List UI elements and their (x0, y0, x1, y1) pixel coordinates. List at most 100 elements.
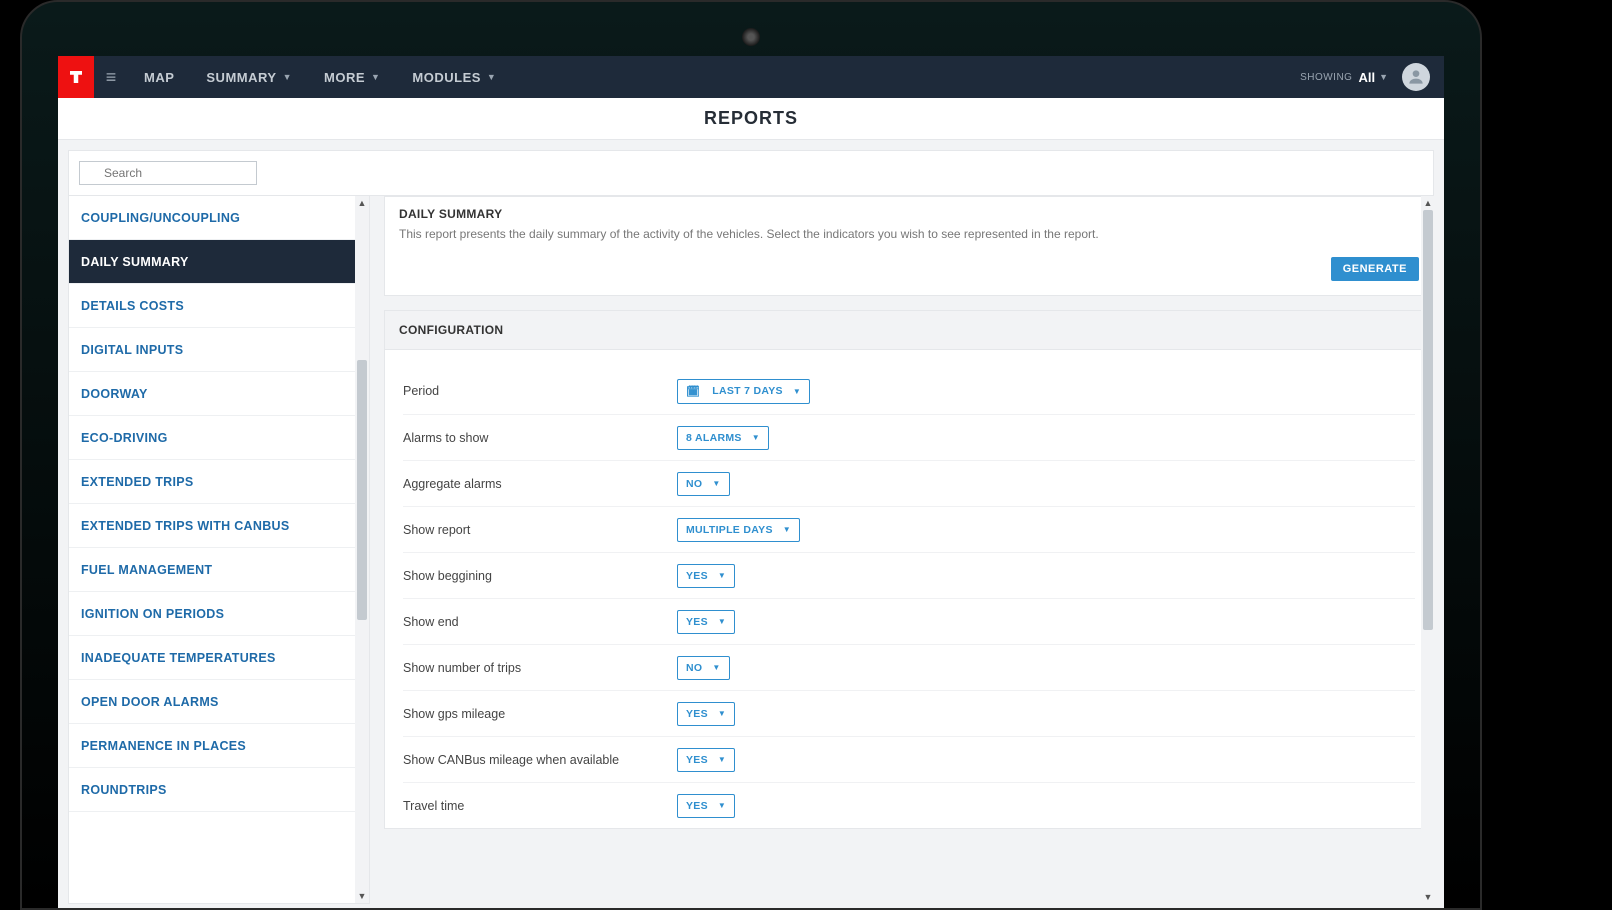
scroll-down-icon[interactable]: ▼ (1421, 890, 1434, 904)
report-list-item[interactable]: COUPLING/UNCOUPLING (69, 196, 355, 240)
app-logo[interactable] (58, 56, 94, 98)
config-label: Show number of trips (403, 661, 677, 675)
config-row: Alarms to show 8 ALARMS ▼ (403, 414, 1415, 460)
report-list-item[interactable]: DETAILS COSTS (69, 284, 355, 328)
report-description: This report presents the daily summary o… (385, 223, 1433, 257)
scroll-track[interactable] (355, 210, 369, 889)
config-dropdown[interactable]: MULTIPLE DAYS ▼ (677, 518, 800, 542)
nav-modules[interactable]: MODULES▼ (396, 70, 512, 85)
dropdown-value: NO (686, 662, 702, 674)
config-dropdown[interactable]: 8 ALARMS ▼ (677, 426, 769, 450)
config-row: Show number of trips NO ▼ (403, 644, 1415, 690)
config-row: Period 🗓 LAST 7 DAYS ▼ (403, 368, 1415, 414)
caret-down-icon: ▼ (487, 72, 496, 82)
config-dropdown[interactable]: 🗓 LAST 7 DAYS ▼ (677, 379, 810, 404)
report-list-item[interactable]: EXTENDED TRIPS (69, 460, 355, 504)
config-row: Show begginingYES▼ (403, 552, 1415, 598)
report-header-card: DAILY SUMMARY This report presents the d… (384, 196, 1434, 296)
content-scrollbar[interactable]: ▲ ▼ (1421, 196, 1434, 904)
device-frame: ≡ MAP SUMMARY▼ MORE▼ MODULES▼ SHOWING Al… (0, 0, 1612, 910)
caret-down-icon: ▼ (718, 755, 726, 764)
dropdown-value: YES (686, 708, 708, 720)
config-row: Show report MULTIPLE DAYS ▼ (403, 506, 1415, 552)
report-list-item[interactable]: EXTENDED TRIPS WITH CANBUS (69, 504, 355, 548)
showing-label: SHOWING (1300, 72, 1352, 83)
logo-icon (67, 68, 85, 86)
report-list-item[interactable]: IGNITION ON PERIODS (69, 592, 355, 636)
page-title: REPORTS (58, 98, 1444, 140)
caret-down-icon: ▼ (283, 72, 292, 82)
device-camera (742, 28, 760, 46)
report-list-item[interactable]: INADEQUATE TEMPERATURES (69, 636, 355, 680)
config-label: Aggregate alarms (403, 477, 677, 491)
configuration-title: CONFIGURATION (385, 311, 1433, 350)
report-list: COUPLING/UNCOUPLINGDAILY SUMMARYDETAILS … (69, 196, 355, 903)
scroll-up-icon[interactable]: ▲ (355, 196, 369, 210)
top-navbar: ≡ MAP SUMMARY▼ MORE▼ MODULES▼ SHOWING Al… (58, 56, 1444, 98)
device-bezel: ≡ MAP SUMMARY▼ MORE▼ MODULES▼ SHOWING Al… (20, 0, 1482, 910)
report-list-item[interactable]: DAILY SUMMARY (69, 240, 355, 284)
config-label: Show gps mileage (403, 707, 677, 721)
nav-map[interactable]: MAP (128, 70, 190, 85)
dropdown-value: 8 ALARMS (686, 432, 742, 444)
user-avatar[interactable] (1402, 63, 1430, 91)
config-label: Alarms to show (403, 431, 677, 445)
caret-down-icon[interactable]: ▼ (1379, 72, 1388, 82)
caret-down-icon: ▼ (752, 433, 760, 442)
report-list-item[interactable]: OPEN DOOR ALARMS (69, 680, 355, 724)
report-list-item[interactable]: PERMANENCE IN PLACES (69, 724, 355, 768)
dropdown-value: YES (686, 616, 708, 628)
dropdown-value: YES (686, 800, 708, 812)
menu-toggle-icon[interactable]: ≡ (94, 67, 128, 88)
config-label: Show beggining (403, 569, 677, 583)
caret-down-icon: ▼ (712, 663, 720, 672)
scroll-down-icon[interactable]: ▼ (355, 889, 369, 903)
scroll-thumb[interactable] (1423, 210, 1433, 630)
config-label: Show CANBus mileage when available (403, 753, 677, 767)
report-list-item[interactable]: ROUNDTRIPS (69, 768, 355, 812)
report-detail-panel: DAILY SUMMARY This report presents the d… (370, 196, 1434, 904)
caret-down-icon: ▼ (718, 709, 726, 718)
report-title: DAILY SUMMARY (399, 207, 1419, 221)
report-list-item[interactable]: FUEL MANAGEMENT (69, 548, 355, 592)
config-row: Aggregate alarmsNO▼ (403, 460, 1415, 506)
caret-down-icon: ▼ (718, 801, 726, 810)
nav-more[interactable]: MORE▼ (308, 70, 396, 85)
config-label: Period (403, 384, 677, 398)
config-dropdown[interactable]: NO▼ (677, 472, 730, 496)
report-list-panel: COUPLING/UNCOUPLINGDAILY SUMMARYDETAILS … (68, 196, 370, 904)
nav-summary[interactable]: SUMMARY▼ (190, 70, 308, 85)
caret-down-icon: ▼ (783, 525, 791, 534)
config-label: Show report (403, 523, 677, 537)
caret-down-icon: ▼ (718, 617, 726, 626)
user-icon (1406, 67, 1426, 87)
config-row: Travel time YES ▼ (403, 782, 1415, 828)
search-bar: 🔍 (68, 150, 1434, 196)
caret-down-icon: ▼ (371, 72, 380, 82)
generate-button[interactable]: GENERATE (1331, 257, 1419, 281)
config-dropdown[interactable]: YES▼ (677, 748, 735, 772)
scroll-track[interactable] (1421, 210, 1434, 890)
scroll-up-icon[interactable]: ▲ (1421, 196, 1434, 210)
config-dropdown[interactable]: YES ▼ (677, 610, 735, 634)
config-row: Show gps mileage YES ▼ (403, 690, 1415, 736)
showing-value[interactable]: All (1358, 70, 1375, 85)
report-list-item[interactable]: ECO-DRIVING (69, 416, 355, 460)
caret-down-icon: ▼ (793, 387, 801, 396)
config-dropdown[interactable]: YES▼ (677, 564, 735, 588)
config-dropdown[interactable]: NO ▼ (677, 656, 730, 680)
dropdown-value: MULTIPLE DAYS (686, 524, 773, 536)
config-label: Travel time (403, 799, 677, 813)
report-list-item[interactable]: DOORWAY (69, 372, 355, 416)
scroll-thumb[interactable] (357, 360, 367, 620)
dropdown-value: YES (686, 570, 708, 582)
config-dropdown[interactable]: YES ▼ (677, 794, 735, 818)
configuration-body: Period🗓LAST 7 DAYS▼Alarms to show8 ALARM… (385, 350, 1433, 828)
config-row: Show endYES▼ (403, 598, 1415, 644)
search-input[interactable] (79, 161, 257, 185)
config-dropdown[interactable]: YES ▼ (677, 702, 735, 726)
dropdown-value: LAST 7 DAYS (712, 385, 783, 397)
sidebar-scrollbar[interactable]: ▲ ▼ (355, 196, 369, 903)
report-list-item[interactable]: DIGITAL INPUTS (69, 328, 355, 372)
calendar-icon: 🗓 (686, 385, 700, 398)
